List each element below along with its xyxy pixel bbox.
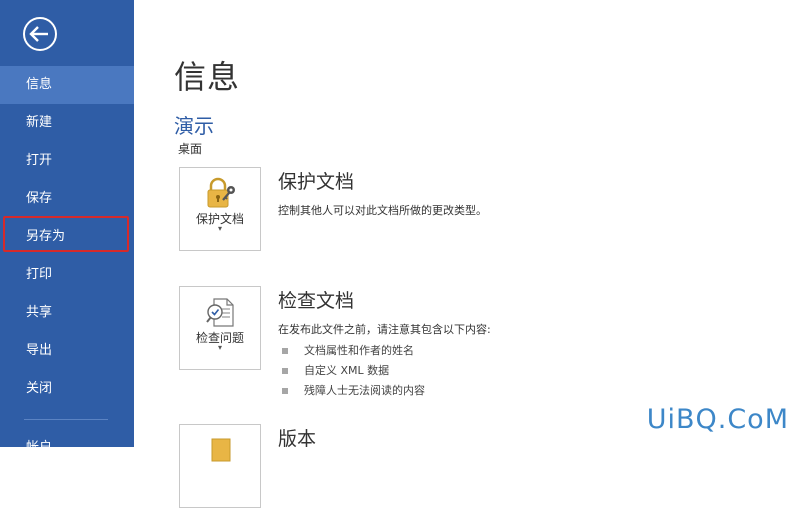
nav-item-open[interactable]: 打开 <box>0 142 134 180</box>
nav-item-info[interactable]: 信息 <box>0 66 134 104</box>
versions-document-icon <box>211 438 231 462</box>
info-pane: 信息 演示 桌面 保护文档 ▾ 保护文档 控制其他人可以对此文档所做的更改类型。 <box>134 0 799 508</box>
inspect-document-text: 检查文档 在发布此文件之前，请注意其包含以下内容: 文档属性和作者的姓名 自定义… <box>278 286 491 401</box>
nav-item-save-as[interactable]: 另存为 <box>0 218 134 256</box>
nav-item-export[interactable]: 导出 <box>0 332 134 370</box>
nav-item-print[interactable]: 打印 <box>0 256 134 294</box>
dropdown-caret-icon: ▾ <box>217 343 222 352</box>
backstage-sidebar: 信息 新建 打开 保存 另存为 打印 共享 导出 关闭 帐户 <box>0 0 134 455</box>
list-item-text: 文档属性和作者的姓名 <box>304 344 414 357</box>
nav-item-new[interactable]: 新建 <box>0 104 134 142</box>
inspect-items-list: 文档属性和作者的姓名 自定义 XML 数据 残障人士无法阅读的内容 <box>278 341 491 401</box>
inspect-document-icon <box>206 298 234 327</box>
backstage-nav: 信息 新建 打开 保存 另存为 打印 共享 导出 关闭 <box>0 66 134 408</box>
inspect-document-title: 检查文档 <box>278 290 355 312</box>
list-item-text: 残障人士无法阅读的内容 <box>304 384 425 397</box>
check-for-issues-button[interactable]: 检查问题 ▾ <box>179 286 261 370</box>
document-path: 桌面 <box>178 142 203 156</box>
nav-item-close[interactable]: 关闭 <box>0 370 134 408</box>
bullet-square-icon <box>282 368 288 374</box>
list-item: 文档属性和作者的姓名 <box>278 341 491 361</box>
dropdown-caret-icon: ▾ <box>217 224 222 233</box>
list-item-text: 自定义 XML 数据 <box>304 364 390 377</box>
manage-versions-button[interactable] <box>179 424 261 508</box>
bullet-square-icon <box>282 348 288 354</box>
nav-item-account[interactable]: 帐户 <box>26 436 52 455</box>
protect-document-desc: 控制其他人可以对此文档所做的更改类型。 <box>278 204 487 217</box>
document-name: 演示 <box>174 114 214 138</box>
nav-item-save[interactable]: 保存 <box>0 180 134 218</box>
lock-key-icon <box>207 177 235 208</box>
site-watermark: UiBQ.CoM <box>646 404 789 435</box>
protect-document-title: 保护文档 <box>278 171 355 193</box>
protect-document-button[interactable]: 保护文档 ▾ <box>179 167 261 251</box>
page-title: 信息 <box>174 58 241 96</box>
back-arrow-icon[interactable] <box>22 16 58 52</box>
protect-document-text: 保护文档 控制其他人可以对此文档所做的更改类型。 <box>278 167 487 218</box>
list-item: 残障人士无法阅读的内容 <box>278 381 491 401</box>
inspect-document-desc: 在发布此文件之前，请注意其包含以下内容: <box>278 323 491 336</box>
bullet-square-icon <box>282 388 288 394</box>
nav-item-share[interactable]: 共享 <box>0 294 134 332</box>
nav-divider <box>24 419 108 420</box>
list-item: 自定义 XML 数据 <box>278 361 491 381</box>
